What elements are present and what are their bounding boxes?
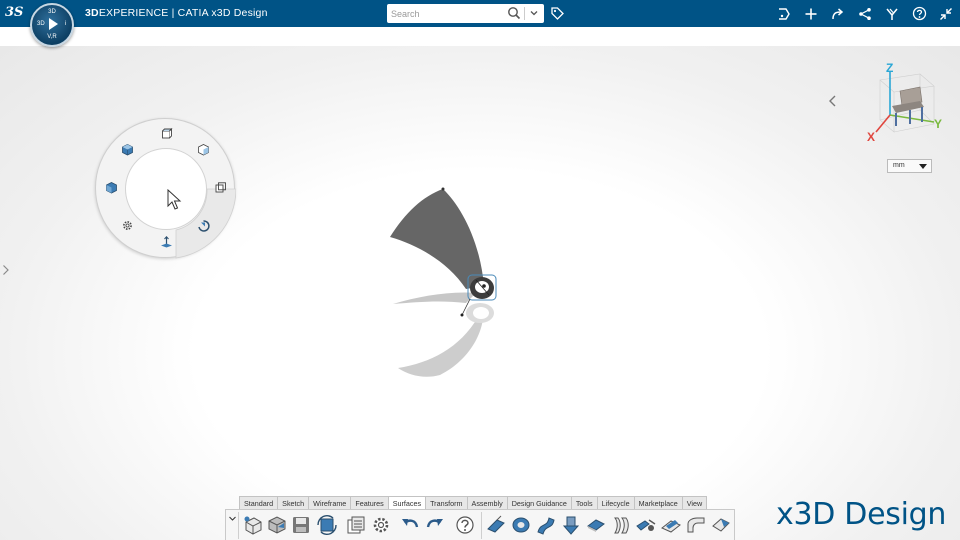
tab-sketch[interactable]: Sketch bbox=[277, 496, 310, 509]
view-front-icon[interactable] bbox=[105, 181, 118, 194]
multi-section-icon[interactable] bbox=[535, 514, 557, 536]
save-icon[interactable] bbox=[290, 514, 312, 536]
z-axis-label: Z bbox=[886, 61, 893, 75]
blend-icon[interactable] bbox=[685, 514, 707, 536]
action-bar-tabs: Standard Sketch Wireframe Features Surfaces T… bbox=[239, 496, 708, 509]
compass-top-label: 3D bbox=[48, 9, 56, 15]
tab-standard[interactable]: Standard bbox=[239, 496, 279, 509]
orientation-compass[interactable]: Z Y X bbox=[862, 60, 950, 146]
help-icon[interactable] bbox=[454, 514, 476, 536]
tab-marketplace[interactable]: Marketplace bbox=[633, 496, 683, 509]
view-right-icon[interactable] bbox=[197, 143, 210, 156]
robot-wheel[interactable] bbox=[95, 118, 236, 259]
play-icon bbox=[49, 18, 58, 30]
offset-icon[interactable] bbox=[610, 514, 632, 536]
tab-design-guidance[interactable]: Design Guidance bbox=[506, 496, 572, 509]
units-select[interactable]: mm bbox=[887, 159, 932, 173]
trim-icon[interactable] bbox=[710, 514, 732, 536]
revolve-icon[interactable] bbox=[510, 514, 532, 536]
x-axis-label: X bbox=[867, 130, 875, 144]
units-value: mm bbox=[893, 162, 905, 169]
view-bottom-icon[interactable] bbox=[160, 236, 173, 249]
view-back-icon[interactable] bbox=[214, 181, 227, 194]
settings-icon[interactable] bbox=[370, 514, 392, 536]
action-bar-separator bbox=[238, 512, 239, 539]
compass-left-label: 3D bbox=[37, 21, 45, 27]
chevron-left-icon[interactable] bbox=[826, 93, 840, 109]
compass-right-label: i bbox=[64, 21, 66, 27]
extrude-icon[interactable] bbox=[560, 514, 582, 536]
tab-tools[interactable]: Tools bbox=[570, 496, 598, 509]
view-iso-icon[interactable] bbox=[121, 143, 134, 156]
tab-view[interactable]: View bbox=[681, 496, 708, 509]
update-icon[interactable] bbox=[316, 514, 338, 536]
app-watermark: x3D Design bbox=[776, 497, 947, 532]
split-icon[interactable] bbox=[660, 514, 682, 536]
tab-wireframe[interactable]: Wireframe bbox=[308, 496, 352, 509]
tab-assembly[interactable]: Assembly bbox=[466, 496, 508, 509]
action-bar-separator bbox=[481, 512, 482, 539]
action-bar bbox=[225, 509, 735, 540]
join-icon[interactable] bbox=[635, 514, 657, 536]
new-part-icon[interactable] bbox=[242, 514, 264, 536]
dropdown-arrow-icon bbox=[919, 164, 927, 169]
3d-model-svg bbox=[390, 187, 497, 377]
properties-icon[interactable] bbox=[345, 514, 367, 536]
x-axis bbox=[875, 114, 891, 133]
y-axis-label: Y bbox=[934, 117, 942, 131]
expand-panel-icon[interactable] bbox=[2, 264, 10, 276]
sweep-icon[interactable] bbox=[485, 514, 507, 536]
redo-icon[interactable] bbox=[424, 514, 446, 536]
rotate-view-icon[interactable] bbox=[197, 219, 210, 232]
compass-button[interactable]: 3D 3D i V,R bbox=[30, 3, 74, 47]
fill-icon[interactable] bbox=[585, 514, 607, 536]
surface-shadow bbox=[393, 292, 494, 377]
tab-transform[interactable]: Transform bbox=[425, 496, 468, 509]
tab-features[interactable]: Features bbox=[350, 496, 389, 509]
compass-bottom-label: V,R bbox=[47, 34, 57, 40]
chevron-down-icon[interactable] bbox=[228, 514, 237, 523]
tab-lifecycle[interactable]: Lifecycle bbox=[596, 496, 635, 509]
undo-icon[interactable] bbox=[399, 514, 421, 536]
settings-icon[interactable] bbox=[121, 219, 134, 232]
view-top-icon[interactable] bbox=[160, 127, 173, 140]
tab-surfaces[interactable]: Surfaces bbox=[387, 496, 427, 509]
open-icon[interactable] bbox=[266, 514, 288, 536]
mouse-cursor-icon bbox=[167, 189, 182, 210]
